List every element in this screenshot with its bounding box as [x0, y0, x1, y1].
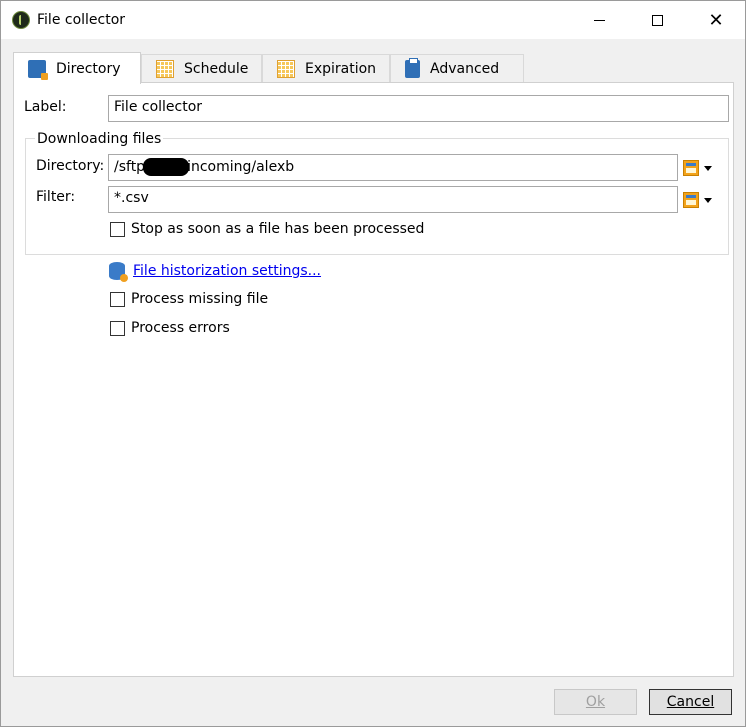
directory-picker-button[interactable]	[683, 158, 717, 178]
label-caption: Label:	[24, 99, 67, 115]
tab-panel-directory: Label: File collector Downloading files …	[13, 82, 734, 677]
app-logo-icon	[12, 11, 30, 29]
directory-caption: Directory:	[36, 158, 105, 174]
title-bar: File collector ✕	[1, 1, 745, 39]
window-title: File collector	[37, 12, 126, 28]
tab-advanced-label: Advanced	[430, 60, 500, 77]
file-picker-icon	[683, 160, 699, 176]
process-missing-checkbox-row[interactable]: Process missing file	[110, 291, 268, 307]
tab-directory[interactable]: Directory	[13, 52, 141, 84]
directory-value-end: incoming/alexb	[187, 159, 295, 175]
minimize-button[interactable]	[576, 1, 622, 39]
dropdown-arrow-icon	[704, 165, 712, 171]
group-title: Downloading files	[35, 131, 164, 147]
directory-value-start: /sftp	[114, 159, 146, 175]
file-picker-icon	[683, 192, 699, 208]
historization-link-label: File historization settings...	[133, 263, 322, 279]
historization-settings-link[interactable]: File historization settings...	[109, 262, 322, 282]
calendar-icon	[277, 59, 295, 78]
folder-download-icon	[28, 59, 48, 80]
ok-button[interactable]: Ok	[554, 689, 637, 715]
directory-input[interactable]: /sftp incoming/alexb	[108, 154, 678, 181]
filter-caption: Filter:	[36, 189, 76, 205]
stop-after-file-checkbox[interactable]	[110, 221, 125, 237]
tab-expiration-label: Expiration	[305, 60, 377, 77]
minimize-icon	[593, 19, 605, 21]
clipboard-icon	[405, 57, 420, 78]
stop-after-file-label: Stop as soon as a file has been processe…	[131, 221, 425, 237]
process-missing-label: Process missing file	[131, 291, 269, 307]
process-missing-checkbox[interactable]	[110, 291, 125, 307]
cancel-button[interactable]: Cancel	[649, 689, 732, 715]
maximize-button[interactable]	[634, 1, 680, 39]
process-errors-checkbox[interactable]	[110, 320, 125, 336]
redaction-mark	[143, 158, 190, 176]
filter-input[interactable]: *.csv	[108, 186, 678, 213]
dropdown-arrow-icon	[704, 197, 712, 203]
tab-schedule-label: Schedule	[184, 60, 249, 77]
process-errors-label: Process errors	[131, 320, 230, 336]
tab-advanced[interactable]: Advanced	[390, 54, 524, 82]
calendar-icon	[156, 59, 174, 78]
tab-directory-label: Directory	[56, 60, 121, 77]
tab-schedule[interactable]: Schedule	[141, 54, 262, 82]
filter-picker-button[interactable]	[683, 190, 717, 210]
maximize-icon	[651, 14, 663, 26]
label-input[interactable]: File collector	[108, 95, 729, 122]
database-settings-icon	[109, 262, 128, 282]
process-errors-checkbox-row[interactable]: Process errors	[110, 320, 230, 336]
tab-expiration[interactable]: Expiration	[262, 54, 390, 82]
stop-after-file-checkbox-row[interactable]: Stop as soon as a file has been processe…	[110, 221, 424, 237]
dialog-window: File collector ✕ Directory Schedule Expi…	[0, 0, 746, 727]
close-button[interactable]: ✕	[693, 1, 739, 39]
